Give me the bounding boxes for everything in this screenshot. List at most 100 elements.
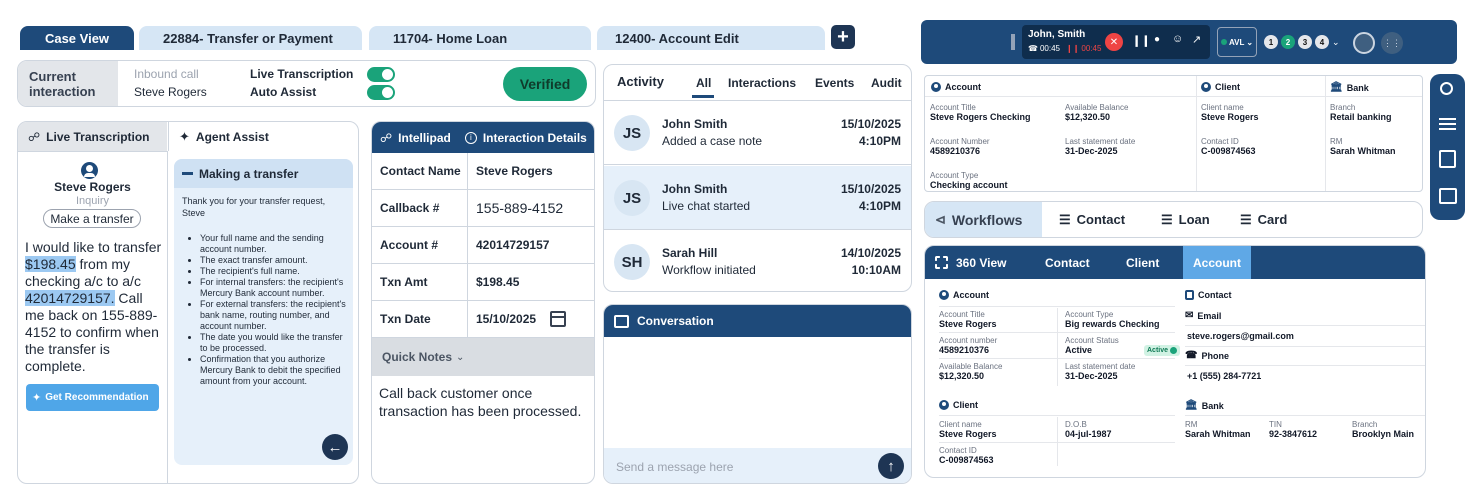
chevron-down-icon: ⌄ (456, 351, 465, 363)
line-selector[interactable]: 1 2 3 4 ⌄ (1264, 35, 1340, 49)
tab-transfer-or-payment[interactable]: 22884- Transfer or Payment (139, 26, 362, 50)
list-item[interactable]: JS John Smith Added a case note 15/10/20… (604, 101, 911, 165)
quick-notes-toggle[interactable]: Quick Notes ⌄ (372, 338, 594, 376)
account-title-value: Steve Rogers Checking (930, 112, 1031, 122)
chat-icon[interactable] (1439, 188, 1457, 204)
tab-360-view[interactable]: 360 View (935, 246, 1006, 279)
client-icon (939, 400, 949, 410)
message-input[interactable]: Send a message here (616, 460, 733, 474)
book-icon[interactable] (1439, 150, 1456, 168)
chevron-down-icon[interactable]: ⌄ (1332, 37, 1340, 48)
v360-dob-value: 04-jul-1987 (1065, 429, 1112, 439)
tab-account-edit[interactable]: 12400- Account Edit (597, 26, 825, 50)
minus-icon (182, 172, 193, 175)
tab-workflows[interactable]: ⊲ Workflows (935, 202, 1022, 237)
calendar-icon[interactable] (550, 311, 566, 327)
menu-icon: ☰ (1240, 211, 1252, 227)
tab-agent-assist[interactable]: ✦ Agent Assist (168, 122, 358, 151)
tab-card[interactable]: ☰ Card (1240, 202, 1287, 237)
verified-badge[interactable]: Verified (503, 67, 587, 101)
list-item[interactable]: JS John Smith Live chat started 15/10/20… (604, 166, 911, 230)
hold-timer: 00:45 (1081, 44, 1102, 53)
user-avatar-icon[interactable] (1353, 32, 1375, 54)
tab-loan[interactable]: ☰ Loan (1161, 202, 1210, 237)
plus-icon[interactable]: + (831, 25, 855, 49)
send-icon[interactable]: ↑ (878, 453, 904, 479)
intellipad-panel: ☍ Intellipad i Interaction Details Conta… (371, 121, 595, 484)
pause-icon[interactable]: ❙❙ (1132, 34, 1150, 47)
account-number-value: 4589210376 (930, 146, 981, 156)
v360-email-value[interactable]: steve.rogers@gmail.com (1187, 331, 1294, 342)
bank-header: 🏛 Bank (1330, 82, 1369, 93)
v360-client-header: Client (939, 400, 978, 410)
tab-interaction-details[interactable]: Interaction Details (483, 131, 587, 145)
account-type-value: Checking account (930, 180, 1008, 190)
live-transcription-toggle[interactable] (367, 67, 395, 82)
tab-home-loan[interactable]: 11704- Home Loan (369, 26, 591, 50)
transfer-icon[interactable]: ↗ (1192, 33, 1201, 46)
v360-rm-value: Sarah Whitman (1185, 429, 1251, 439)
v360-phone-value[interactable]: +1 (555) 284-7721 (1187, 371, 1261, 382)
line-1[interactable]: 1 (1264, 35, 1278, 49)
txn-date-field[interactable]: 15/10/2025 (468, 312, 536, 326)
tab-360-account[interactable]: Account (1183, 246, 1251, 279)
tab-intellipad[interactable]: Intellipad (398, 131, 451, 145)
v360-branch-value: Brooklyn Main (1352, 429, 1415, 439)
menu-icon: ☰ (1059, 211, 1071, 227)
phone-icon: ☎ (1185, 350, 1198, 361)
list-item: For external transfers: the recipient's … (200, 299, 350, 332)
status-dropdown[interactable]: AVL ⌄ (1217, 27, 1257, 57)
v360-contact-id-value: C-009874563 (939, 455, 994, 465)
v360-tin-value: 92-3847612 (1269, 429, 1318, 439)
mute-icon[interactable]: ● (1154, 34, 1160, 45)
caller-type: Inquiry (75, 195, 110, 207)
list-item: Confirmation that you authorize Mercury … (200, 354, 350, 387)
transcription-panel: ☍ Live Transcription ✦ Agent Assist Stev… (17, 121, 359, 484)
tab-360-client[interactable]: Client (1126, 246, 1159, 279)
hold-icon: ❙❙ (1066, 44, 1080, 53)
end-call-icon[interactable]: ✕ (1105, 33, 1123, 51)
status-badge: Active (1144, 345, 1181, 356)
v360-account-title-value: Steve Rogers (939, 319, 997, 329)
call-timer: 00:45 (1039, 44, 1060, 53)
rm-value: Sarah Whitman (1330, 146, 1396, 156)
list-item[interactable]: SH Sarah Hill Workflow initiated 14/10/2… (604, 230, 911, 291)
search-icon[interactable] (1440, 82, 1453, 95)
chevron-down-icon: ⌄ (1246, 37, 1254, 47)
tab-360-contact[interactable]: Contact (1045, 246, 1090, 279)
line-2[interactable]: 2 (1281, 35, 1295, 49)
tab-contact[interactable]: ☰ Contact (1059, 202, 1125, 237)
tab-case-view[interactable]: Case View (20, 26, 134, 50)
list-item: For internal transfers: the recipient's … (200, 277, 350, 299)
filter-events[interactable]: Events (815, 76, 854, 90)
callback-field[interactable]: 155-889-4152 (468, 200, 563, 216)
status-dot-icon (1220, 39, 1227, 45)
avatar: SH (614, 244, 650, 280)
add-participant-icon[interactable]: ☺ (1172, 33, 1183, 45)
intent-chip[interactable]: Make a transfer (43, 209, 141, 228)
filter-audit[interactable]: Audit (871, 76, 902, 90)
detail-row-callback: Callback #155-889-4152 (372, 190, 594, 227)
filter-interactions[interactable]: Interactions (728, 76, 796, 90)
get-recommendation-button[interactable]: ✦ Get Recommendation (26, 384, 159, 411)
drag-handle-icon[interactable] (1011, 34, 1015, 50)
current-interaction-bar: Current interaction Inbound call Steve R… (17, 60, 596, 107)
line-3[interactable]: 3 (1298, 35, 1312, 49)
line-4[interactable]: 4 (1315, 35, 1329, 49)
filter-all[interactable]: All (696, 76, 711, 90)
v360-balance-value: $12,320.50 (939, 371, 985, 381)
avatar: JS (614, 115, 650, 151)
back-arrow-icon[interactable]: ← (322, 434, 348, 460)
auto-assist-toggle[interactable] (367, 85, 395, 100)
menu-icon[interactable] (1439, 118, 1456, 130)
apps-grid-icon[interactable]: ⋮⋮ (1381, 32, 1403, 54)
side-toolbar (1430, 74, 1465, 220)
detail-row-txn-date: Txn Date 15/10/2025 (372, 301, 594, 338)
quick-note-text[interactable]: Call back customer once transaction has … (379, 384, 591, 420)
menu-icon: ☰ (1161, 211, 1173, 227)
tab-live-transcription[interactable]: ☍ Live Transcription (18, 122, 167, 151)
list-item: The exact transfer amount. (200, 255, 350, 266)
client-name-value: Steve Rogers (1201, 112, 1259, 122)
v360-account-status-value: Active (1065, 345, 1093, 355)
list-item: The recipient's full name. (200, 266, 350, 277)
